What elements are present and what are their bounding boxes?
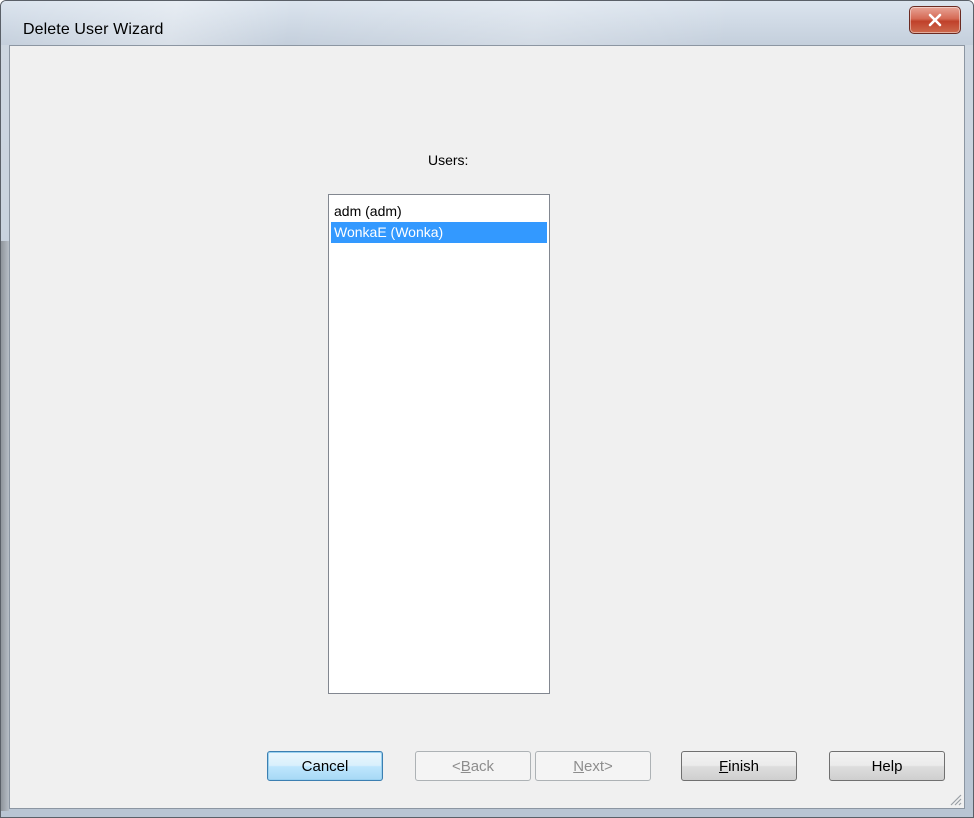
users-label: Users: <box>428 152 469 168</box>
dialog-window: Delete User Wizard Users: adm (adm) Wonk… <box>0 0 974 818</box>
users-listbox[interactable]: adm (adm) WonkaE (Wonka) <box>328 194 550 694</box>
help-button-label: Help <box>871 757 903 775</box>
window-title: Delete User Wizard <box>23 21 164 38</box>
close-icon <box>910 7 960 33</box>
resize-grip-icon[interactable] <box>948 792 962 806</box>
next-button[interactable]: Next> <box>535 751 651 781</box>
finish-button-rest: inish <box>728 757 760 775</box>
close-button[interactable] <box>909 6 961 34</box>
cancel-button-label: Cancel <box>301 757 349 775</box>
finish-button[interactable]: Finish <box>681 751 797 781</box>
next-button-mnemonic: N <box>573 757 585 775</box>
back-button-rest: ack <box>470 757 495 775</box>
help-button[interactable]: Help <box>829 751 945 781</box>
next-button-rest: ext> <box>584 757 613 775</box>
title-bar[interactable]: Delete User Wizard <box>1 1 973 45</box>
wizard-body: Users: adm (adm) WonkaE (Wonka) Cancel <… <box>9 45 965 809</box>
list-item-user-wonkae[interactable]: WonkaE (Wonka) <box>331 222 547 243</box>
finish-button-mnemonic: F <box>718 757 729 775</box>
back-button-prefix: < <box>451 757 461 775</box>
cancel-button[interactable]: Cancel <box>267 751 383 781</box>
back-button[interactable]: < Back <box>415 751 531 781</box>
list-item-user-adm[interactable]: adm (adm) <box>331 201 547 222</box>
window-frame-edge <box>1 241 9 811</box>
back-button-mnemonic: B <box>460 757 471 775</box>
